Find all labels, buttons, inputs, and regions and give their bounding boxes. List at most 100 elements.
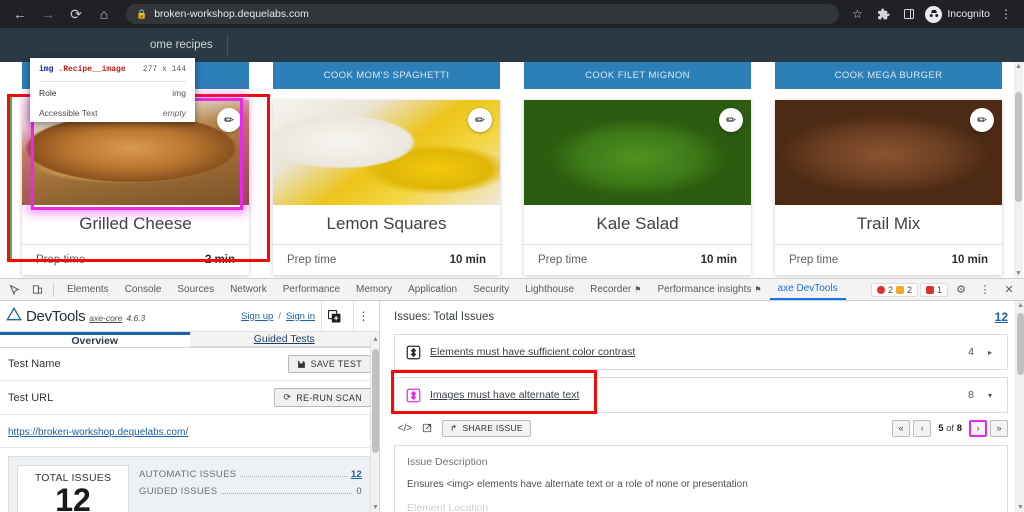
automatic-issues-count[interactable]: 12 [351, 469, 362, 480]
recipe-title: Trail Mix [856, 214, 921, 233]
pager-prev-button[interactable]: ‹ [913, 419, 932, 437]
message-count-badge[interactable]: 1 [919, 282, 948, 297]
tab-recorder[interactable]: Recorder ⚑ [582, 279, 649, 300]
edit-pencil-icon[interactable]: ✏ [217, 108, 241, 132]
scroll-up-arrow-icon[interactable]: ▲ [1016, 302, 1024, 309]
tab-security[interactable]: Security [465, 279, 517, 300]
sign-in-link[interactable]: Sign in [286, 311, 315, 322]
rerun-scan-button[interactable]: ⟳ RE-RUN SCAN [274, 388, 371, 407]
issue-toolbar: </> ↱ SHARE ISSUE « ‹ 5 of 8 › » [394, 419, 1008, 437]
issue-title[interactable]: Images must have alternate text [430, 389, 579, 401]
scroll-down-arrow-icon[interactable]: ▼ [1016, 504, 1024, 511]
issues-scrollbar-thumb[interactable] [1017, 313, 1024, 375]
message-dot-icon [925, 285, 934, 294]
tooltip-acc-label: Accessible Text [39, 108, 98, 118]
issue-row-image-alt[interactable]: Images must have alternate text 8 ▾ [394, 377, 1008, 413]
chevron-down-icon[interactable]: ▾ [983, 391, 997, 400]
cook-button-4[interactable]: COOK MEGA BURGER [775, 62, 1002, 89]
tab-elements[interactable]: Elements [59, 279, 117, 300]
pager-first-button[interactable]: « [892, 419, 911, 437]
tabbar-divider [53, 282, 54, 297]
scroll-down-arrow-icon[interactable]: ▼ [371, 504, 380, 511]
sign-up-link[interactable]: Sign up [241, 311, 273, 322]
scroll-down-arrow-icon[interactable]: ▼ [1014, 270, 1023, 277]
cook-button-2[interactable]: COOK MOM'S SPAGHETTI [273, 62, 500, 89]
page-scrollbar[interactable]: ▲ ▼ [1014, 62, 1023, 278]
tooltip-arrow [48, 121, 64, 122]
edit-pencil-icon[interactable]: ✏ [719, 108, 743, 132]
new-test-icon[interactable] [321, 301, 347, 331]
pager-status: 5 of 8 [938, 423, 962, 434]
save-test-button[interactable]: SAVE TEST [287, 355, 371, 373]
auth-separator: / [278, 310, 281, 322]
scroll-up-arrow-icon[interactable]: ▲ [371, 336, 380, 343]
forward-icon[interactable]: → [36, 2, 60, 26]
axe-logo: DevTools axe-core 4.6.3 [6, 307, 145, 325]
recipe-card-list: ✏ Grilled Cheese Prep time 2 min ✏ Lemon… [0, 100, 1024, 275]
side-panel-icon[interactable] [899, 4, 919, 24]
tab-lighthouse[interactable]: Lighthouse [517, 279, 582, 300]
tooltip-acc-value: empty [162, 108, 186, 118]
extensions-icon[interactable] [873, 4, 893, 24]
tab-sources[interactable]: Sources [169, 279, 222, 300]
pager-next-button[interactable]: › [969, 419, 987, 437]
recipe-card[interactable]: ✏ Grilled Cheese Prep time 2 min [22, 100, 249, 275]
tab-performance[interactable]: Performance [275, 279, 348, 300]
home-icon[interactable]: ⌂ [92, 2, 116, 26]
scroll-up-arrow-icon[interactable]: ▲ [1014, 63, 1023, 70]
browser-menu-icon[interactable]: ⋮ [996, 4, 1016, 24]
issues-total-count[interactable]: 12 [995, 310, 1008, 324]
tooltip-role-label: Role [39, 88, 57, 98]
share-issue-button[interactable]: ↱ SHARE ISSUE [442, 419, 531, 437]
tab-performance-insights[interactable]: Performance insights ⚑ [649, 279, 769, 300]
recipe-prep-row: Prep time 2 min [22, 244, 249, 275]
reload-icon[interactable]: ⟳ [64, 2, 88, 26]
devtools-body: DevTools axe-core 4.6.3 Sign up / Sign i… [0, 301, 1024, 512]
tab-network[interactable]: Network [222, 279, 275, 300]
recipe-card[interactable]: ✏ Kale Salad Prep time 10 min [524, 100, 751, 275]
test-url-link[interactable]: https://broken-workshop.dequelabs.com/ [8, 427, 188, 438]
axe-kebab-icon[interactable]: ⋮ [353, 301, 373, 331]
browser-toolbar: ← → ⟳ ⌂ 🔒 broken-workshop.dequelabs.com … [0, 0, 1024, 28]
address-bar[interactable]: 🔒 broken-workshop.dequelabs.com [126, 4, 840, 24]
tab-application[interactable]: Application [400, 279, 465, 300]
issue-row-color-contrast[interactable]: Elements must have sufficient color cont… [394, 334, 1008, 370]
issues-heading: Issues: Total Issues [394, 311, 495, 323]
edit-pencil-icon[interactable]: ✏ [970, 108, 994, 132]
open-external-icon[interactable] [416, 419, 438, 437]
devtools-kebab-icon[interactable]: ⋮ [974, 280, 996, 300]
inspect-element-icon[interactable] [4, 280, 26, 300]
prep-time-value: 10 min [700, 254, 737, 266]
cook-button-3[interactable]: COOK FILET MIGNON [524, 62, 751, 89]
device-toolbar-icon[interactable] [26, 280, 48, 300]
sidebar-scrollbar[interactable]: ▲ ▼ [370, 335, 379, 512]
inspect-code-icon[interactable]: </> [394, 419, 416, 437]
issues-scrollbar[interactable]: ▲ ▼ [1015, 301, 1024, 512]
gear-icon[interactable]: ⚙ [950, 280, 972, 300]
tab-memory[interactable]: Memory [348, 279, 400, 300]
incognito-indicator[interactable]: Incognito [925, 5, 990, 23]
recipe-card[interactable]: ✏ Trail Mix Prep time 10 min [775, 100, 1002, 275]
inspector-tooltip: img .Recipe__image 277 x 144 Role img Ac… [30, 58, 195, 122]
tab-console[interactable]: Console [117, 279, 170, 300]
bookmark-star-icon[interactable]: ☆ [847, 4, 867, 24]
test-name-label: Test Name [8, 358, 61, 370]
axe-tab-overview[interactable]: Overview [0, 332, 190, 347]
pager-of-label: of [946, 422, 955, 434]
issue-breakdown: AUTOMATIC ISSUES 12 GUIDED ISSUES 0 [139, 465, 362, 512]
page-scrollbar-thumb[interactable] [1015, 92, 1022, 202]
prep-time-label: Prep time [287, 254, 337, 266]
recipe-card[interactable]: ✏ Lemon Squares Prep time 10 min [273, 100, 500, 275]
issue-title[interactable]: Elements must have sufficient color cont… [430, 346, 635, 358]
edit-pencil-icon[interactable]: ✏ [468, 108, 492, 132]
tab-axe-devtools[interactable]: axe DevTools [769, 279, 846, 300]
axe-tab-guided-tests[interactable]: Guided Tests [189, 332, 379, 347]
back-icon[interactable]: ← [8, 2, 32, 26]
error-warning-counts[interactable]: 2 2 [870, 282, 918, 297]
pager-last-button[interactable]: » [990, 419, 1008, 437]
sidebar-scrollbar-thumb[interactable] [372, 349, 379, 453]
chevron-right-icon[interactable]: ▸ [983, 348, 997, 357]
axe-core-label[interactable]: axe-core [89, 313, 122, 323]
close-icon[interactable]: ✕ [998, 280, 1020, 300]
axe-tab-bar: Overview Guided Tests [0, 332, 379, 348]
